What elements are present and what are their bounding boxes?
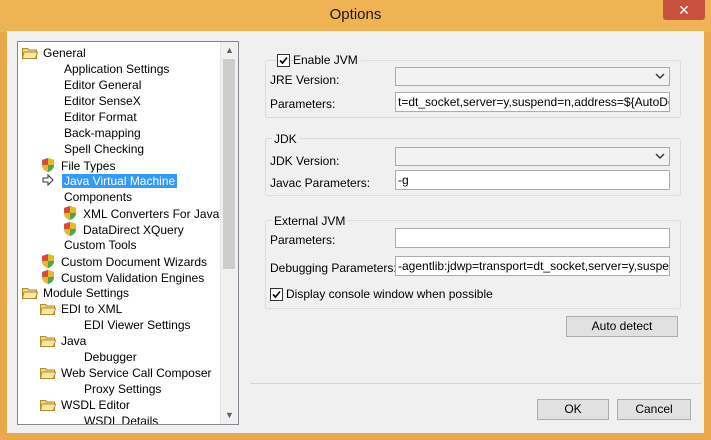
tree-item-label: Back-mapping [64, 126, 141, 140]
options-window: Options ✕ General Application Settings Edi… [0, 0, 711, 440]
folder-open-icon [22, 286, 41, 300]
tree-item[interactable]: EDI Viewer Settings [82, 317, 193, 333]
tree-item-label: Custom Tools [64, 238, 137, 252]
folder-open-icon [22, 46, 41, 60]
tree-item[interactable]: WSDL Details [82, 413, 160, 425]
tree-item-label: Web Service Call Composer [61, 366, 212, 380]
shield-icon [62, 222, 81, 237]
arrow-icon [42, 174, 62, 188]
tree-item[interactable]: Editor General [62, 77, 143, 93]
close-button[interactable]: ✕ [663, 0, 705, 20]
tree-item-label: Custom Validation Engines [61, 271, 205, 285]
dialog-client-area: General Application Settings Editor Genera… [7, 31, 704, 433]
options-tree[interactable]: General Application Settings Editor Genera… [17, 41, 239, 425]
folder-open-icon [40, 302, 59, 316]
chevron-down-icon [655, 153, 665, 159]
tree-item-label: Editor SenseX [64, 94, 141, 108]
tree-item-label: Proxy Settings [84, 382, 162, 396]
jre-version-select[interactable] [395, 67, 670, 86]
tree-item[interactable]: Components [62, 189, 134, 205]
scroll-down-icon[interactable]: ▼ [221, 407, 238, 424]
jre-version-label: JRE Version: [270, 73, 340, 87]
external-jvm-group-label: External JVM [272, 214, 348, 228]
scroll-thumb[interactable] [223, 59, 235, 269]
jdk-group-label: JDK [272, 132, 299, 146]
tree-item[interactable]: Debugger [82, 349, 139, 365]
tree-item-label: Spell Checking [64, 142, 145, 156]
tree-item-label: EDI Viewer Settings [84, 318, 191, 332]
tree-item-label: WSDL Details [84, 414, 159, 425]
tree-item-label: XML Converters For Java [83, 207, 220, 221]
shield-icon [40, 158, 59, 173]
console-window-checkbox[interactable] [270, 288, 283, 301]
tree-item-label: Components [64, 190, 133, 204]
tree-item[interactable]: Module Settings [22, 285, 131, 301]
debugging-parameters-field[interactable]: -agentlib:jdwp=transport=dt_socket,serve… [395, 256, 670, 276]
shield-icon [40, 270, 59, 285]
tree-item-label: General [43, 46, 86, 60]
tree-item[interactable]: Proxy Settings [82, 381, 163, 397]
tree-item-label: Custom Document Wizards [61, 255, 208, 269]
footer-separator [250, 383, 702, 384]
tree-item-label: File Types [61, 159, 116, 173]
tree-item[interactable]: Web Service Call Composer [40, 365, 214, 381]
tree-item-label: Module Settings [43, 286, 130, 300]
tree-item[interactable]: DataDirect XQuery [62, 221, 186, 237]
tree-item[interactable]: WSDL Editor [40, 397, 132, 413]
tree-item-label: DataDirect XQuery [83, 223, 184, 237]
javac-parameters-field[interactable]: -g [395, 170, 670, 190]
javac-parameters-label: Javac Parameters: [270, 176, 371, 190]
tree-item-label: WSDL Editor [61, 398, 130, 412]
tree-item[interactable]: Custom Validation Engines [40, 269, 206, 285]
tree-item[interactable]: XML Converters For Java [62, 205, 221, 221]
tree-scrollbar[interactable]: ▲ ▼ [220, 42, 238, 424]
tree-item[interactable]: Application Settings [62, 61, 171, 77]
tree-item-label: EDI to XML [61, 302, 123, 316]
tree-item[interactable]: Custom Tools [62, 237, 138, 253]
tree-item[interactable]: Back-mapping [62, 125, 143, 141]
tree-item-label: Debugger [84, 350, 137, 364]
title-bar[interactable]: Options ✕ [0, 0, 711, 32]
ok-button[interactable]: OK [537, 399, 609, 420]
tree-item-label: Java Virtual Machine [62, 174, 178, 188]
shield-icon [40, 254, 59, 269]
tree-item[interactable]: Editor SenseX [62, 93, 143, 109]
jdk-version-label: JDK Version: [270, 154, 340, 168]
external-parameters-label: Parameters: [270, 233, 336, 247]
debugging-parameters-label: Debugging Parameters: [270, 261, 397, 275]
jdk-version-select[interactable] [395, 147, 670, 166]
tree-item-label: Application Settings [64, 62, 170, 76]
jvm-parameters-field[interactable]: t=dt_socket,server=y,suspend=n,address=$… [395, 92, 670, 112]
shield-icon [62, 206, 81, 221]
tree-item[interactable]: Java Virtual Machine [42, 173, 178, 189]
tree-item[interactable]: General [22, 45, 88, 61]
tree-item[interactable]: File Types [40, 157, 117, 173]
tree-item[interactable]: Custom Document Wizards [40, 253, 209, 269]
tree-item-label: Java [61, 334, 87, 348]
tree-item[interactable]: Java [40, 333, 88, 349]
tree-item-label: Editor General [64, 78, 142, 92]
folder-open-icon [40, 366, 59, 380]
window-title: Options [329, 6, 382, 23]
scroll-up-icon[interactable]: ▲ [221, 42, 238, 59]
auto-detect-button[interactable]: Auto detect [566, 316, 678, 337]
folder-open-icon [40, 334, 59, 348]
tree-item[interactable]: Editor Format [62, 109, 139, 125]
tree-item[interactable]: EDI to XML [40, 301, 124, 317]
external-parameters-field[interactable] [395, 228, 670, 248]
cancel-button[interactable]: Cancel [617, 399, 691, 420]
folder-open-icon [40, 398, 59, 412]
tree-item-label: Editor Format [64, 110, 137, 124]
enable-jvm-checkbox[interactable] [277, 54, 290, 67]
jvm-parameters-label: Parameters: [270, 97, 336, 111]
chevron-down-icon [655, 73, 665, 79]
console-window-label[interactable]: Display console window when possible [286, 287, 493, 301]
enable-jvm-label[interactable]: Enable JVM [293, 53, 361, 67]
tree-item[interactable]: Spell Checking [62, 141, 146, 157]
